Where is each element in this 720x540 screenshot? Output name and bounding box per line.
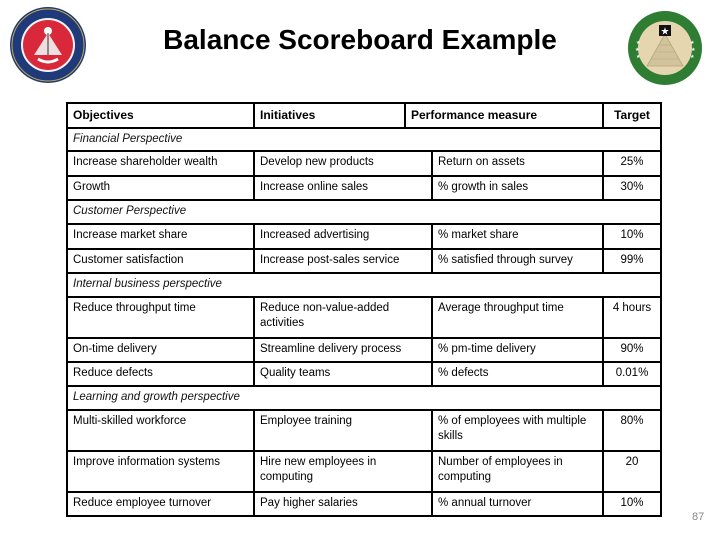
header-performance-measure: Performance measure [404, 104, 602, 127]
header-target: Target [602, 104, 660, 127]
measure-cell: % of employees with multiple skills [431, 411, 602, 450]
initiative-cell: Reduce non-value-added activities [253, 298, 431, 337]
initiative-cell: Streamline delivery process [253, 339, 431, 361]
initiative-cell: Increase online sales [253, 177, 431, 199]
initiative-cell: Increase post-sales service [253, 250, 431, 272]
initiative-cell: Quality teams [253, 363, 431, 385]
target-cell: 99% [602, 250, 660, 272]
objective-cell: On-time delivery [73, 343, 157, 355]
measure-cell: % annual turnover [431, 493, 602, 515]
slide-title: Balance Scoreboard Example [163, 24, 557, 55]
table-header-row: Objectives Initiatives Performance measu… [68, 104, 660, 129]
section-row-learning-growth: Learning and growth perspective [68, 387, 660, 411]
section-title: Internal business perspective [73, 278, 222, 290]
objective-cell: Reduce employee turnover [73, 497, 212, 509]
svg-text:★: ★ [635, 47, 640, 53]
objective-cell: Improve information systems [73, 456, 220, 468]
header-initiatives: Initiatives [253, 104, 404, 127]
svg-text:★: ★ [691, 47, 696, 53]
initiative-cell: Increased advertising [253, 225, 431, 248]
table-row: Improve information systems Hire new emp… [68, 452, 660, 493]
objective-cell: Increase market share [73, 229, 188, 241]
table-row: Growth Increase online sales % growth in… [68, 177, 660, 201]
objective-cell: Customer satisfaction [73, 254, 184, 266]
measure-cell: Return on assets [431, 152, 602, 175]
table-row: Reduce defects Quality teams % defects 0… [68, 363, 660, 387]
table-row: Customer satisfaction Increase post-sale… [68, 250, 660, 274]
section-title: Financial Perspective [73, 133, 183, 145]
table-row: Reduce throughput time Reduce non-value-… [68, 298, 660, 339]
measure-cell: % growth in sales [431, 177, 602, 199]
page-number: 87 [692, 511, 705, 523]
target-cell: 10% [602, 493, 660, 515]
objective-cell: Growth [73, 181, 111, 193]
target-cell: 25% [602, 152, 660, 175]
initiative-cell: Employee training [253, 411, 431, 450]
svg-text:★: ★ [636, 40, 641, 46]
target-cell: 90% [602, 339, 660, 361]
measure-cell: % pm-time delivery [431, 339, 602, 361]
target-cell: 20 [602, 452, 660, 491]
target-cell: 10% [602, 225, 660, 248]
svg-text:★: ★ [661, 27, 670, 38]
table-row: Reduce employee turnover Pay higher sala… [68, 493, 660, 515]
section-row-financial: Financial Perspective [68, 129, 660, 152]
target-cell: 0.01% [602, 363, 660, 385]
table-row: On-time delivery Streamline delivery pro… [68, 339, 660, 363]
army-financial-management-seal-logo: ★ ★ ★ ★ ★ ★ ★ [628, 11, 702, 85]
table-row: Increase shareholder wealth Develop new … [68, 152, 660, 177]
table-row: Multi-skilled workforce Employee trainin… [68, 411, 660, 452]
target-cell: 80% [602, 411, 660, 450]
measure-cell: % defects [431, 363, 602, 385]
svg-text:★: ★ [690, 54, 695, 60]
table-row: Increase market share Increased advertis… [68, 225, 660, 250]
section-title: Learning and growth perspective [73, 391, 240, 403]
initiative-cell: Hire new employees in computing [253, 452, 431, 491]
section-title: Customer Perspective [73, 205, 187, 217]
header-objectives: Objectives [73, 108, 134, 122]
objective-cell: Multi-skilled workforce [73, 415, 187, 427]
svg-text:★: ★ [636, 54, 641, 60]
measure-cell: % satisfied through survey [431, 250, 602, 272]
objective-cell: Increase shareholder wealth [73, 156, 218, 168]
target-cell: 30% [602, 177, 660, 199]
section-row-internal-business: Internal business perspective [68, 274, 660, 298]
balanced-scorecard-table: Objectives Initiatives Performance measu… [66, 102, 662, 517]
objective-cell: Reduce defects [73, 367, 153, 379]
initiative-cell: Develop new products [253, 152, 431, 175]
measure-cell: Number of employees in computing [431, 452, 602, 491]
measure-cell: % market share [431, 225, 602, 248]
target-cell: 4 hours [602, 298, 660, 337]
objective-cell: Reduce throughput time [73, 302, 196, 314]
section-row-customer: Customer Perspective [68, 201, 660, 225]
measure-cell: Average throughput time [431, 298, 602, 337]
svg-text:★: ★ [690, 40, 695, 46]
initiative-cell: Pay higher salaries [253, 493, 431, 515]
